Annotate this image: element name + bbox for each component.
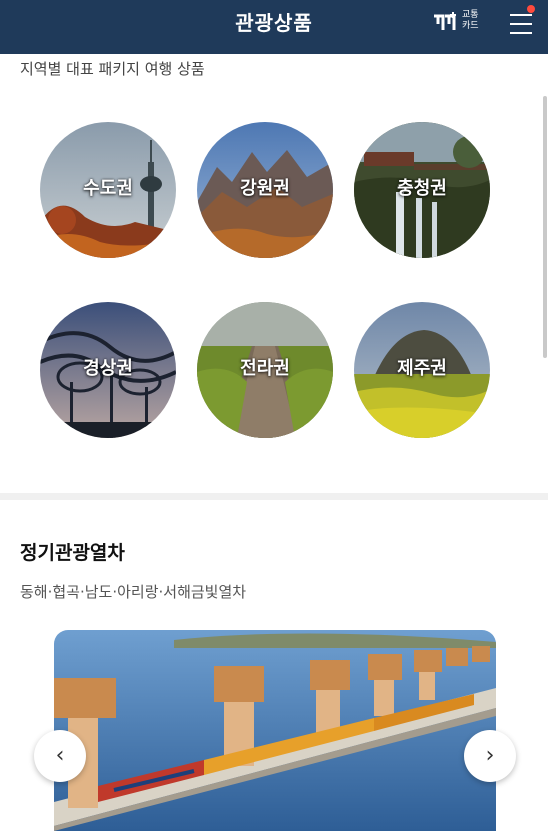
section-title: 정기관광열차: [20, 542, 125, 564]
region-capital-area[interactable]: 수도권: [40, 122, 176, 258]
top-bar: 관광상품 교통 카드: [0, 0, 548, 54]
menu-button[interactable]: [508, 5, 536, 38]
prev-slide-button[interactable]: ‹: [34, 730, 86, 782]
region-name: 제주권: [397, 358, 447, 379]
region-name: 강원권: [240, 178, 290, 199]
region-gangwon[interactable]: 강원권: [197, 122, 333, 258]
section-subtitle: 동해·협곡·남도·아리랑·서해금빛열차: [20, 583, 247, 601]
hamburger-icon: [510, 14, 532, 16]
transport-card-button[interactable]: 교통 카드: [432, 8, 488, 38]
region-chungcheong[interactable]: 충청권: [354, 122, 490, 258]
train-bridge-image: [54, 630, 496, 831]
transport-card-icon: [434, 12, 456, 30]
regions-subtitle: 지역별 대표 패키지 여행 상품: [20, 60, 205, 78]
train-banner-image[interactable]: [54, 630, 496, 831]
region-name: 전라권: [240, 358, 290, 379]
region-jeolla[interactable]: 전라권: [197, 302, 333, 438]
card-label-top: 교통: [462, 10, 479, 20]
region-gyeongsang[interactable]: 경상권: [40, 302, 176, 438]
notification-dot: [527, 5, 535, 13]
section-divider: [0, 493, 548, 500]
region-name: 충청권: [397, 178, 447, 199]
chevron-right-icon: ›: [485, 743, 495, 768]
region-jeju[interactable]: 제주권: [354, 302, 490, 438]
card-label-bottom: 카드: [462, 21, 479, 31]
region-name: 경상권: [83, 358, 133, 379]
region-name: 수도권: [83, 178, 133, 199]
chevron-left-icon: ‹: [55, 743, 65, 768]
scrollbar[interactable]: [543, 96, 547, 358]
next-slide-button[interactable]: ›: [464, 730, 516, 782]
